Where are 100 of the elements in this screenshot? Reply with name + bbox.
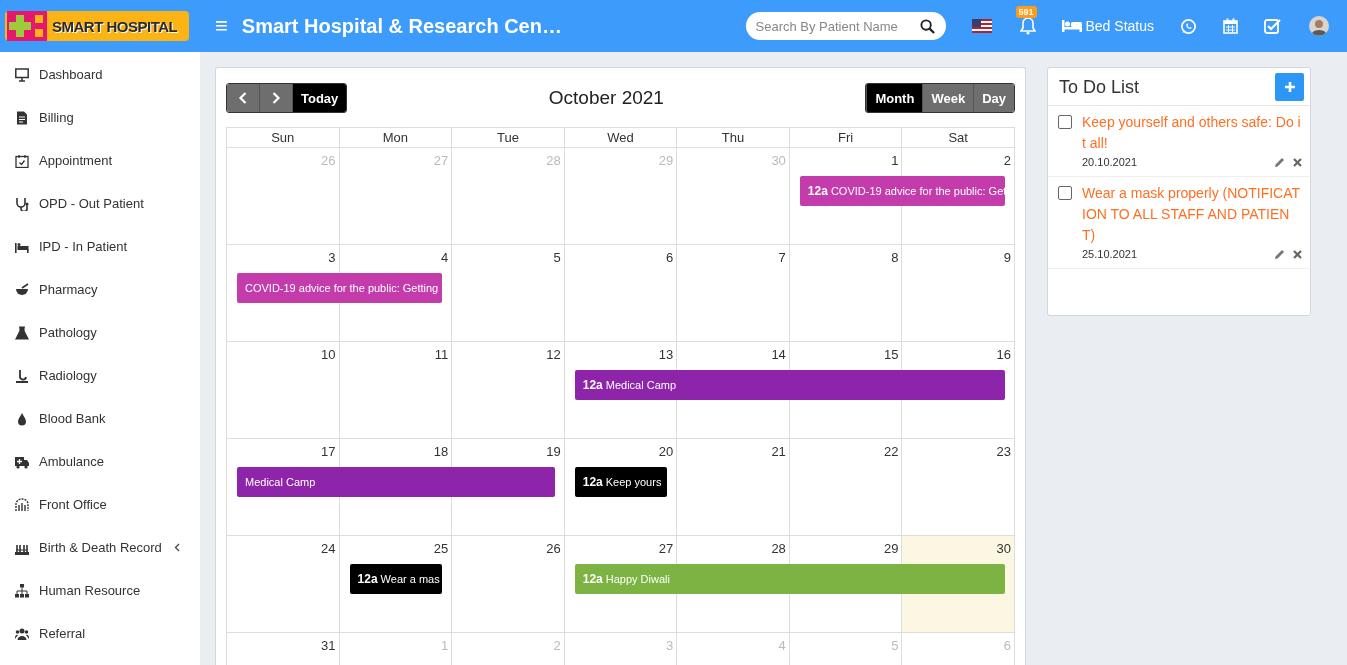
sidebar-item[interactable]: Human Resource: [0, 577, 200, 620]
sidebar-item[interactable]: Referral: [0, 620, 200, 663]
day-number: 9: [1003, 250, 1011, 265]
weekday-header: Tue: [452, 128, 565, 148]
day-number: 22: [883, 444, 899, 459]
notification-badge: 591: [1015, 6, 1037, 18]
document-icon: [15, 110, 29, 125]
sidebar-item[interactable]: Pharmacy: [0, 276, 200, 319]
day-cell[interactable]: 11: [339, 342, 453, 370]
calendar-event[interactable]: 12a Wear a mas: [349, 564, 443, 594]
calendar-event[interactable]: Medical Camp: [237, 467, 555, 497]
day-number: 5: [891, 638, 899, 653]
day-cell[interactable]: 9: [902, 245, 1015, 273]
calendar-icon: [15, 153, 29, 168]
previous-button[interactable]: [227, 84, 260, 112]
sidebar-item[interactable]: Front Office: [0, 491, 200, 534]
checkbox-icon[interactable]: [1264, 18, 1281, 34]
today-cell[interactable]: 30: [902, 536, 1015, 564]
day-cell[interactable]: 31: [227, 633, 340, 661]
day-number: 10: [321, 347, 336, 362]
day-number: 8: [891, 250, 899, 265]
todo-text: Wear a mask properly (NOTIFICATION TO ALL STAFF AND PATIENT): [1082, 184, 1302, 245]
sidebar-item[interactable]: Blood Bank: [0, 405, 200, 448]
org-chart-icon: [15, 583, 29, 598]
people-icon: [15, 626, 29, 641]
ambulance-icon: [15, 454, 29, 469]
today-button[interactable]: Today: [293, 84, 347, 112]
view-tab[interactable]: Day: [973, 84, 1014, 112]
sidebar-item[interactable]: Dashboard: [0, 61, 200, 104]
weekday-header: Fri: [789, 128, 903, 148]
day-number: 28: [771, 541, 786, 556]
avatar[interactable]: [1309, 16, 1329, 36]
view-tab[interactable]: Week: [922, 84, 974, 112]
checkbox[interactable]: [1058, 186, 1072, 200]
day-cell[interactable]: 6: [564, 245, 678, 273]
bed-icon: [1061, 20, 1082, 32]
sidebar-item[interactable]: Radiology: [0, 362, 200, 405]
weekday-header: Thu: [677, 128, 790, 148]
day-cell[interactable]: 7: [677, 245, 790, 273]
sidebar-item[interactable]: Appointment: [0, 147, 200, 190]
day-number: 4: [440, 250, 449, 265]
calendar-event[interactable]: 12a Medical Camp: [574, 370, 1005, 400]
site-title: Smart Hospital & Research Cen…: [241, 14, 562, 38]
chevron-left-icon: [238, 92, 248, 104]
day-number: 3: [328, 250, 336, 265]
view-tab[interactable]: Month: [866, 84, 923, 112]
pencil-icon[interactable]: [1274, 248, 1285, 260]
day-number: 20: [658, 444, 674, 459]
sidebar-item[interactable]: Billing: [0, 104, 200, 147]
day-number: 23: [996, 444, 1011, 459]
day-number: 29: [883, 541, 899, 556]
todo-text: Keep yourself and others safe: Do it all!: [1082, 113, 1302, 153]
calendar-icon[interactable]: [1223, 18, 1238, 34]
day-number: 16: [996, 347, 1011, 362]
calendar-event[interactable]: COVID-19 advice for the public: Getting: [237, 273, 443, 303]
close-icon[interactable]: [1293, 249, 1302, 259]
sidebar-item[interactable]: IPD - In Patient: [0, 233, 200, 276]
sidebar-item[interactable]: OPD - Out Patient: [0, 190, 200, 233]
day-cell[interactable]: 8: [789, 245, 903, 273]
day-number: 2: [553, 638, 561, 653]
mortar-icon: [15, 282, 29, 297]
day-number: 29: [658, 153, 674, 168]
bell-icon[interactable]: [1019, 17, 1036, 35]
calendar-event[interactable]: 12a Keep yours: [574, 467, 668, 497]
sidebar-item[interactable]: Ambulance: [0, 448, 200, 491]
day-cell[interactable]: 22: [789, 439, 903, 467]
day-number: 4: [778, 638, 786, 653]
day-number: 17: [321, 444, 336, 459]
todo-date: 20.10.2021: [1082, 156, 1139, 168]
day-number: 27: [658, 541, 674, 556]
day-number: 12: [546, 347, 561, 362]
day-number: 18: [433, 444, 449, 459]
next-button[interactable]: [260, 84, 293, 112]
flag-icon[interactable]: [971, 19, 992, 33]
pencil-icon[interactable]: [1274, 156, 1285, 168]
checkbox[interactable]: [1058, 115, 1072, 129]
day-cell[interactable]: 24: [227, 536, 340, 564]
day-number: 11: [434, 347, 449, 362]
logo[interactable]: SMART HOSPITAL: [5, 11, 189, 41]
add-button[interactable]: [1275, 73, 1304, 101]
sidebar-item[interactable]: Pathology: [0, 319, 200, 362]
day-number: 21: [771, 444, 786, 459]
chat-icon[interactable]: [1180, 17, 1197, 35]
day-number: 1: [440, 638, 449, 653]
close-icon[interactable]: [1293, 157, 1302, 167]
day-cell[interactable]: 5: [452, 245, 565, 273]
weekday-header: Sat: [902, 128, 1015, 148]
day-cell[interactable]: 23: [902, 439, 1015, 467]
day-number: 15: [883, 347, 899, 362]
day-cell[interactable]: 21: [677, 439, 790, 467]
day-number: 31: [321, 638, 336, 653]
day-number: 6: [1003, 638, 1011, 653]
sidebar-item[interactable]: Birth & Death Record: [0, 534, 200, 577]
day-number: 28: [546, 153, 561, 168]
day-cell[interactable]: 12: [452, 342, 565, 370]
search-field[interactable]: Search By Patient Name: [745, 12, 946, 40]
day-cell[interactable]: 10: [227, 342, 340, 370]
day-cell[interactable]: 26: [452, 536, 565, 564]
stethoscope-icon: [15, 196, 29, 211]
day-number: 1: [891, 153, 899, 168]
